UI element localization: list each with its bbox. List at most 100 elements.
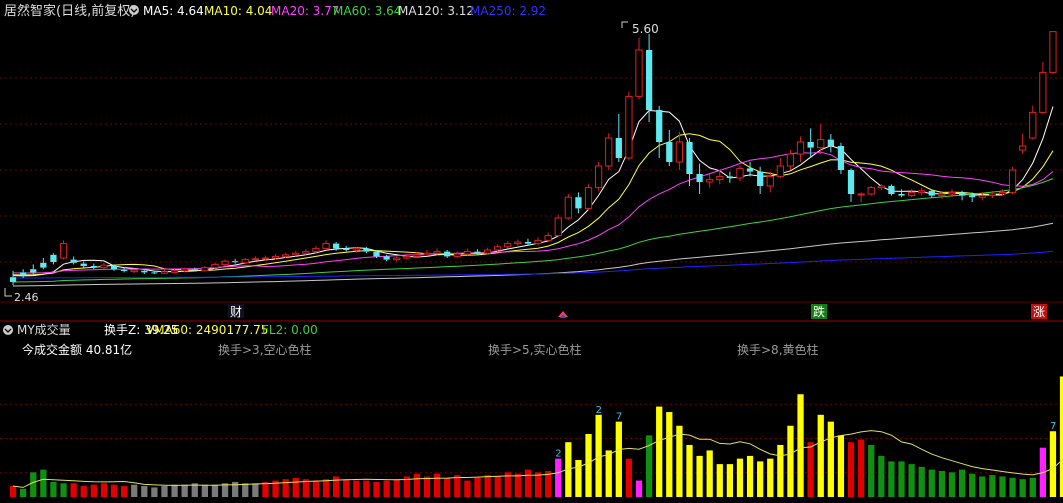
candle bbox=[888, 184, 895, 196]
arrow-badge-icon[interactable] bbox=[558, 311, 568, 318]
ma60-line bbox=[12, 178, 1054, 283]
volume-marker-label: 7 bbox=[1050, 421, 1056, 432]
volume-bar bbox=[161, 486, 168, 497]
volume-bar bbox=[252, 483, 259, 497]
candle bbox=[444, 250, 451, 258]
volume-bar bbox=[585, 433, 592, 497]
volume-bar bbox=[948, 472, 956, 497]
candle bbox=[907, 189, 916, 198]
volume-bar bbox=[474, 477, 481, 497]
volume-bar bbox=[757, 461, 764, 497]
candle bbox=[675, 131, 684, 170]
volume-bar bbox=[979, 476, 986, 497]
volume-bar bbox=[131, 484, 138, 497]
volume-bar bbox=[1049, 431, 1057, 497]
volume-bars bbox=[9, 376, 1063, 497]
die-badge[interactable]: 跌 bbox=[811, 304, 827, 319]
candle bbox=[1029, 106, 1037, 140]
volume-bar bbox=[100, 483, 108, 497]
high-price-label: 5.60 bbox=[632, 22, 659, 36]
candle bbox=[221, 259, 229, 266]
candle bbox=[594, 162, 603, 191]
candle bbox=[847, 168, 855, 202]
zhang-badge[interactable]: 涨 bbox=[1031, 304, 1047, 319]
volume-bar bbox=[635, 480, 643, 497]
header-toggle-icon[interactable] bbox=[129, 5, 139, 15]
volume-bar bbox=[322, 479, 330, 497]
candle bbox=[423, 250, 431, 257]
candle bbox=[554, 214, 562, 238]
volume-bar bbox=[837, 435, 845, 497]
candle bbox=[1019, 134, 1027, 154]
volume-bar bbox=[555, 458, 562, 497]
volume-bar bbox=[30, 472, 37, 497]
volume-bar bbox=[878, 455, 885, 497]
volume-bar bbox=[110, 484, 118, 497]
volume-bar bbox=[343, 479, 350, 497]
candle bbox=[534, 237, 542, 246]
volume-bar bbox=[686, 444, 693, 497]
volume-bar bbox=[666, 412, 673, 497]
volume-bar bbox=[201, 484, 209, 497]
volume-bar bbox=[433, 473, 441, 497]
moving-average-lines bbox=[12, 106, 1054, 287]
legend-turnover-3: 换手>3,空心色柱 bbox=[218, 342, 312, 357]
stock-chart[interactable]: 居然智家(日线,前复权) MA5: 4.64 MA10: 4.04 MA20: … bbox=[0, 0, 1063, 503]
candle bbox=[1039, 62, 1047, 114]
volume-bar bbox=[847, 442, 855, 497]
candle bbox=[827, 134, 834, 153]
candle bbox=[584, 184, 593, 210]
volume-marker-label: 2 bbox=[555, 449, 561, 460]
volume-bar bbox=[9, 486, 17, 497]
volume-bar bbox=[90, 484, 97, 497]
volume-bar bbox=[817, 414, 824, 497]
candle bbox=[363, 246, 370, 254]
volume-bar bbox=[807, 442, 814, 497]
candle bbox=[201, 266, 209, 272]
candle bbox=[575, 192, 582, 214]
volume-bar bbox=[151, 487, 158, 497]
candle bbox=[776, 158, 784, 178]
candle bbox=[40, 258, 47, 270]
volume-bar bbox=[70, 483, 77, 497]
candle bbox=[837, 142, 845, 174]
volume-bar bbox=[827, 421, 834, 497]
stock-title: 居然智家(日线,前复权) bbox=[4, 3, 135, 19]
volume-bar bbox=[363, 480, 370, 497]
volume-bar bbox=[120, 486, 128, 497]
candle bbox=[807, 128, 814, 158]
volume-bar bbox=[454, 475, 461, 497]
volume-bar bbox=[40, 469, 47, 497]
volume-bar bbox=[141, 486, 148, 497]
candle bbox=[504, 241, 512, 249]
fl2-label: FL2: 0.00 bbox=[262, 323, 318, 337]
volume-bar bbox=[211, 484, 219, 497]
candle bbox=[625, 91, 633, 161]
volume-bar bbox=[736, 458, 744, 497]
volume-bar bbox=[464, 480, 471, 497]
candle bbox=[393, 256, 401, 262]
volume-bar bbox=[615, 421, 622, 497]
volume-bar bbox=[969, 473, 976, 497]
volume-bar bbox=[353, 480, 360, 497]
candle bbox=[656, 106, 663, 158]
volume-bar bbox=[1019, 479, 1026, 497]
volume-bar bbox=[171, 484, 178, 497]
volume-bar bbox=[383, 480, 390, 497]
candle bbox=[20, 269, 27, 278]
volume-markers: 2 7 2 7 bbox=[555, 405, 1056, 460]
volume-bar bbox=[575, 460, 582, 497]
volume-bar bbox=[706, 450, 713, 497]
high-marker: 5.60 bbox=[621, 21, 659, 36]
candle bbox=[666, 130, 673, 166]
candle bbox=[160, 270, 169, 274]
candle bbox=[615, 114, 622, 162]
volume-bar bbox=[514, 473, 521, 497]
candle bbox=[877, 184, 885, 190]
cai-badge[interactable]: 财 bbox=[228, 304, 244, 319]
ma60-label: MA60: 3.64 bbox=[333, 4, 401, 18]
candle bbox=[544, 232, 552, 242]
volume-toggle-icon[interactable] bbox=[3, 325, 13, 335]
volume-bar bbox=[777, 444, 784, 497]
volume-bar bbox=[767, 458, 774, 497]
